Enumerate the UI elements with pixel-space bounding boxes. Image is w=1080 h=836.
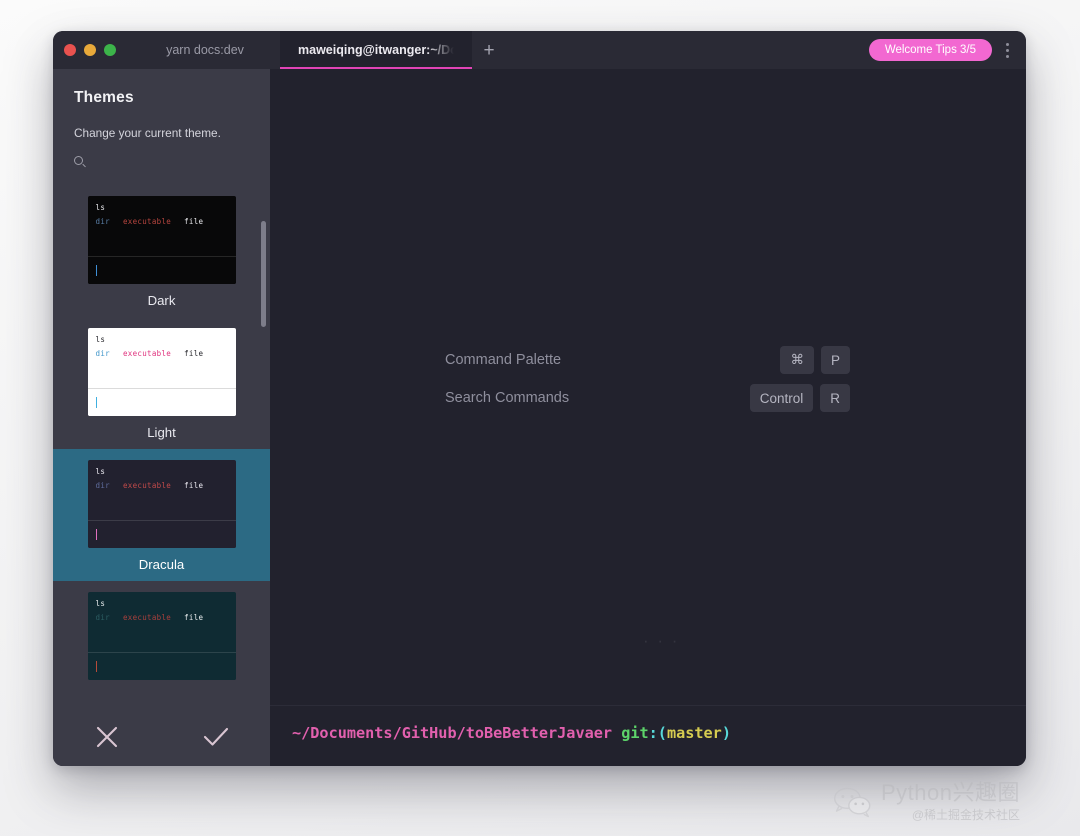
preview-command: ls [95, 335, 106, 344]
prompt-branch: master [666, 724, 722, 742]
watermark: Python兴趣圈 @稀土掘金技术社区 [832, 781, 1020, 823]
preview-executable: executable [122, 613, 172, 622]
key-p: P [820, 346, 850, 374]
sidebar-scrollbar-thumb[interactable] [261, 221, 266, 327]
terminal-prompt-area[interactable]: ~/Documents/GitHub/toBeBetterJavaer git:… [270, 706, 1026, 766]
preview-caret [95, 529, 98, 540]
theme-search-input[interactable] [74, 151, 249, 169]
tab-yarn-docs-dev[interactable]: yarn docs:dev [130, 31, 280, 69]
preview-executable: executable [122, 481, 172, 490]
tab-label: maweiqing@itwanger:~/Docum [298, 43, 454, 57]
theme-name-label: Dark [147, 293, 176, 308]
watermark-text: Python兴趣圈 @稀土掘金技术社区 [881, 781, 1020, 823]
preview-dir: dir [95, 613, 110, 622]
sidebar-header: Themes Change your current theme. [53, 69, 270, 169]
close-x-icon [97, 726, 118, 748]
key-command: ⌘ [780, 346, 814, 374]
wechat-icon [834, 787, 871, 818]
tab-bar: yarn docs:dev maweiqing@itwanger:~/Docum… [130, 31, 506, 69]
preview-command-line: ls [96, 599, 228, 608]
minimize-window-button[interactable] [84, 44, 96, 56]
preview-listing-line: dir executable file [96, 349, 228, 358]
terminal-output-area[interactable]: Command Palette ⌘ P Search Commands Cont… [270, 69, 1026, 705]
terminal-pane[interactable]: Command Palette ⌘ P Search Commands Cont… [270, 69, 1026, 766]
theme-preview: ls dir executable file [87, 460, 236, 548]
preview-dir: dir [95, 217, 110, 226]
preview-command: ls [95, 467, 106, 476]
loading-ellipsis: · · · [643, 631, 680, 650]
sidebar-action-bar [53, 708, 270, 766]
preview-file: file [184, 613, 204, 622]
preview-file: file [184, 481, 204, 490]
tab-label: yarn docs:dev [166, 43, 244, 57]
confirm-button[interactable] [162, 724, 271, 750]
theme-name-label: Light [147, 425, 176, 440]
check-icon [203, 727, 228, 746]
preview-listing-line: dir executable file [96, 481, 228, 490]
terminal-window: yarn docs:dev maweiqing@itwanger:~/Docum… [53, 31, 1026, 766]
theme-preview: ls dir executable file [87, 592, 236, 680]
theme-preview: ls dir executable file [87, 328, 236, 416]
shortcut-label: Search Commands [445, 390, 570, 406]
key-r: R [820, 384, 850, 412]
theme-item-dark[interactable]: ls dir executable file Dark [53, 185, 270, 317]
preview-executable: executable [122, 217, 172, 226]
shell-prompt: ~/Documents/GitHub/toBeBetterJavaer git:… [292, 724, 1026, 742]
preview-dir: dir [95, 349, 110, 358]
preview-executable: executable [122, 349, 172, 358]
preview-caret [95, 661, 98, 672]
window-titlebar: yarn docs:dev maweiqing@itwanger:~/Docum… [53, 31, 1026, 69]
theme-preview: ls dir executable file [87, 196, 236, 284]
maximize-window-button[interactable] [104, 44, 116, 56]
preview-command: ls [95, 599, 106, 608]
watermark-title: Python兴趣圈 [881, 780, 1020, 805]
desktop-background: yarn docs:dev maweiqing@itwanger:~/Docum… [0, 0, 1080, 836]
shortcut-row-command-palette[interactable]: Command Palette ⌘ P [445, 341, 850, 379]
theme-item-light[interactable]: ls dir executable file Light [53, 317, 270, 449]
preview-command-line: ls [96, 467, 228, 476]
shortcut-keys: ⌘ P [780, 346, 850, 374]
themes-sidebar: Themes Change your current theme. ls dir… [53, 69, 270, 766]
preview-file: file [184, 349, 204, 358]
traffic-light-controls [53, 31, 130, 69]
tab-maweiqing-documents[interactable]: maweiqing@itwanger:~/Docum [280, 31, 472, 69]
preview-command-line: ls [96, 335, 228, 344]
prompt-path: ~/Documents/GitHub/toBeBetterJavaer [292, 724, 613, 742]
shortcut-row-search-commands[interactable]: Search Commands Control R [445, 379, 850, 417]
theme-item-dracula[interactable]: ls dir executable file Dracula [53, 449, 270, 581]
shortcut-hints: Command Palette ⌘ P Search Commands Cont… [445, 341, 850, 417]
preview-listing-line: dir executable file [96, 217, 228, 226]
theme-item-partial[interactable]: ls dir executable file [53, 581, 270, 698]
preview-dir: dir [95, 481, 110, 490]
sidebar-scrollbar[interactable] [261, 185, 266, 708]
kebab-menu-icon[interactable] [996, 37, 1018, 63]
welcome-tips-badge[interactable]: Welcome Tips 3/5 [868, 39, 992, 61]
sidebar-description: Change your current theme. [74, 126, 221, 140]
preview-caret [95, 397, 98, 408]
theme-list[interactable]: ls dir executable file Dark ls dir execu… [53, 185, 270, 708]
shortcut-label: Command Palette [445, 352, 562, 368]
theme-name-label: Dracula [138, 557, 185, 572]
close-window-button[interactable] [64, 44, 76, 56]
preview-caret [95, 265, 98, 276]
window-body: Themes Change your current theme. ls dir… [53, 69, 1026, 766]
preview-command: ls [95, 203, 106, 212]
prompt-colon: : [648, 724, 658, 742]
prompt-open-paren: ( [657, 724, 667, 742]
prompt-git-keyword: git [621, 724, 649, 742]
preview-file: file [184, 217, 204, 226]
prompt-close-paren: ) [721, 724, 731, 742]
cancel-button[interactable] [53, 724, 162, 750]
page-title: Themes [74, 89, 134, 106]
preview-listing-line: dir executable file [96, 613, 228, 622]
shortcut-keys: Control R [749, 384, 850, 412]
titlebar-right-controls: Welcome Tips 3/5 [868, 31, 1026, 69]
preview-command-line: ls [96, 203, 228, 212]
search-icon [74, 155, 83, 165]
watermark-subtitle: @稀土掘金技术社区 [911, 808, 1020, 823]
key-control: Control [749, 384, 814, 412]
new-tab-button[interactable]: + [472, 31, 506, 69]
